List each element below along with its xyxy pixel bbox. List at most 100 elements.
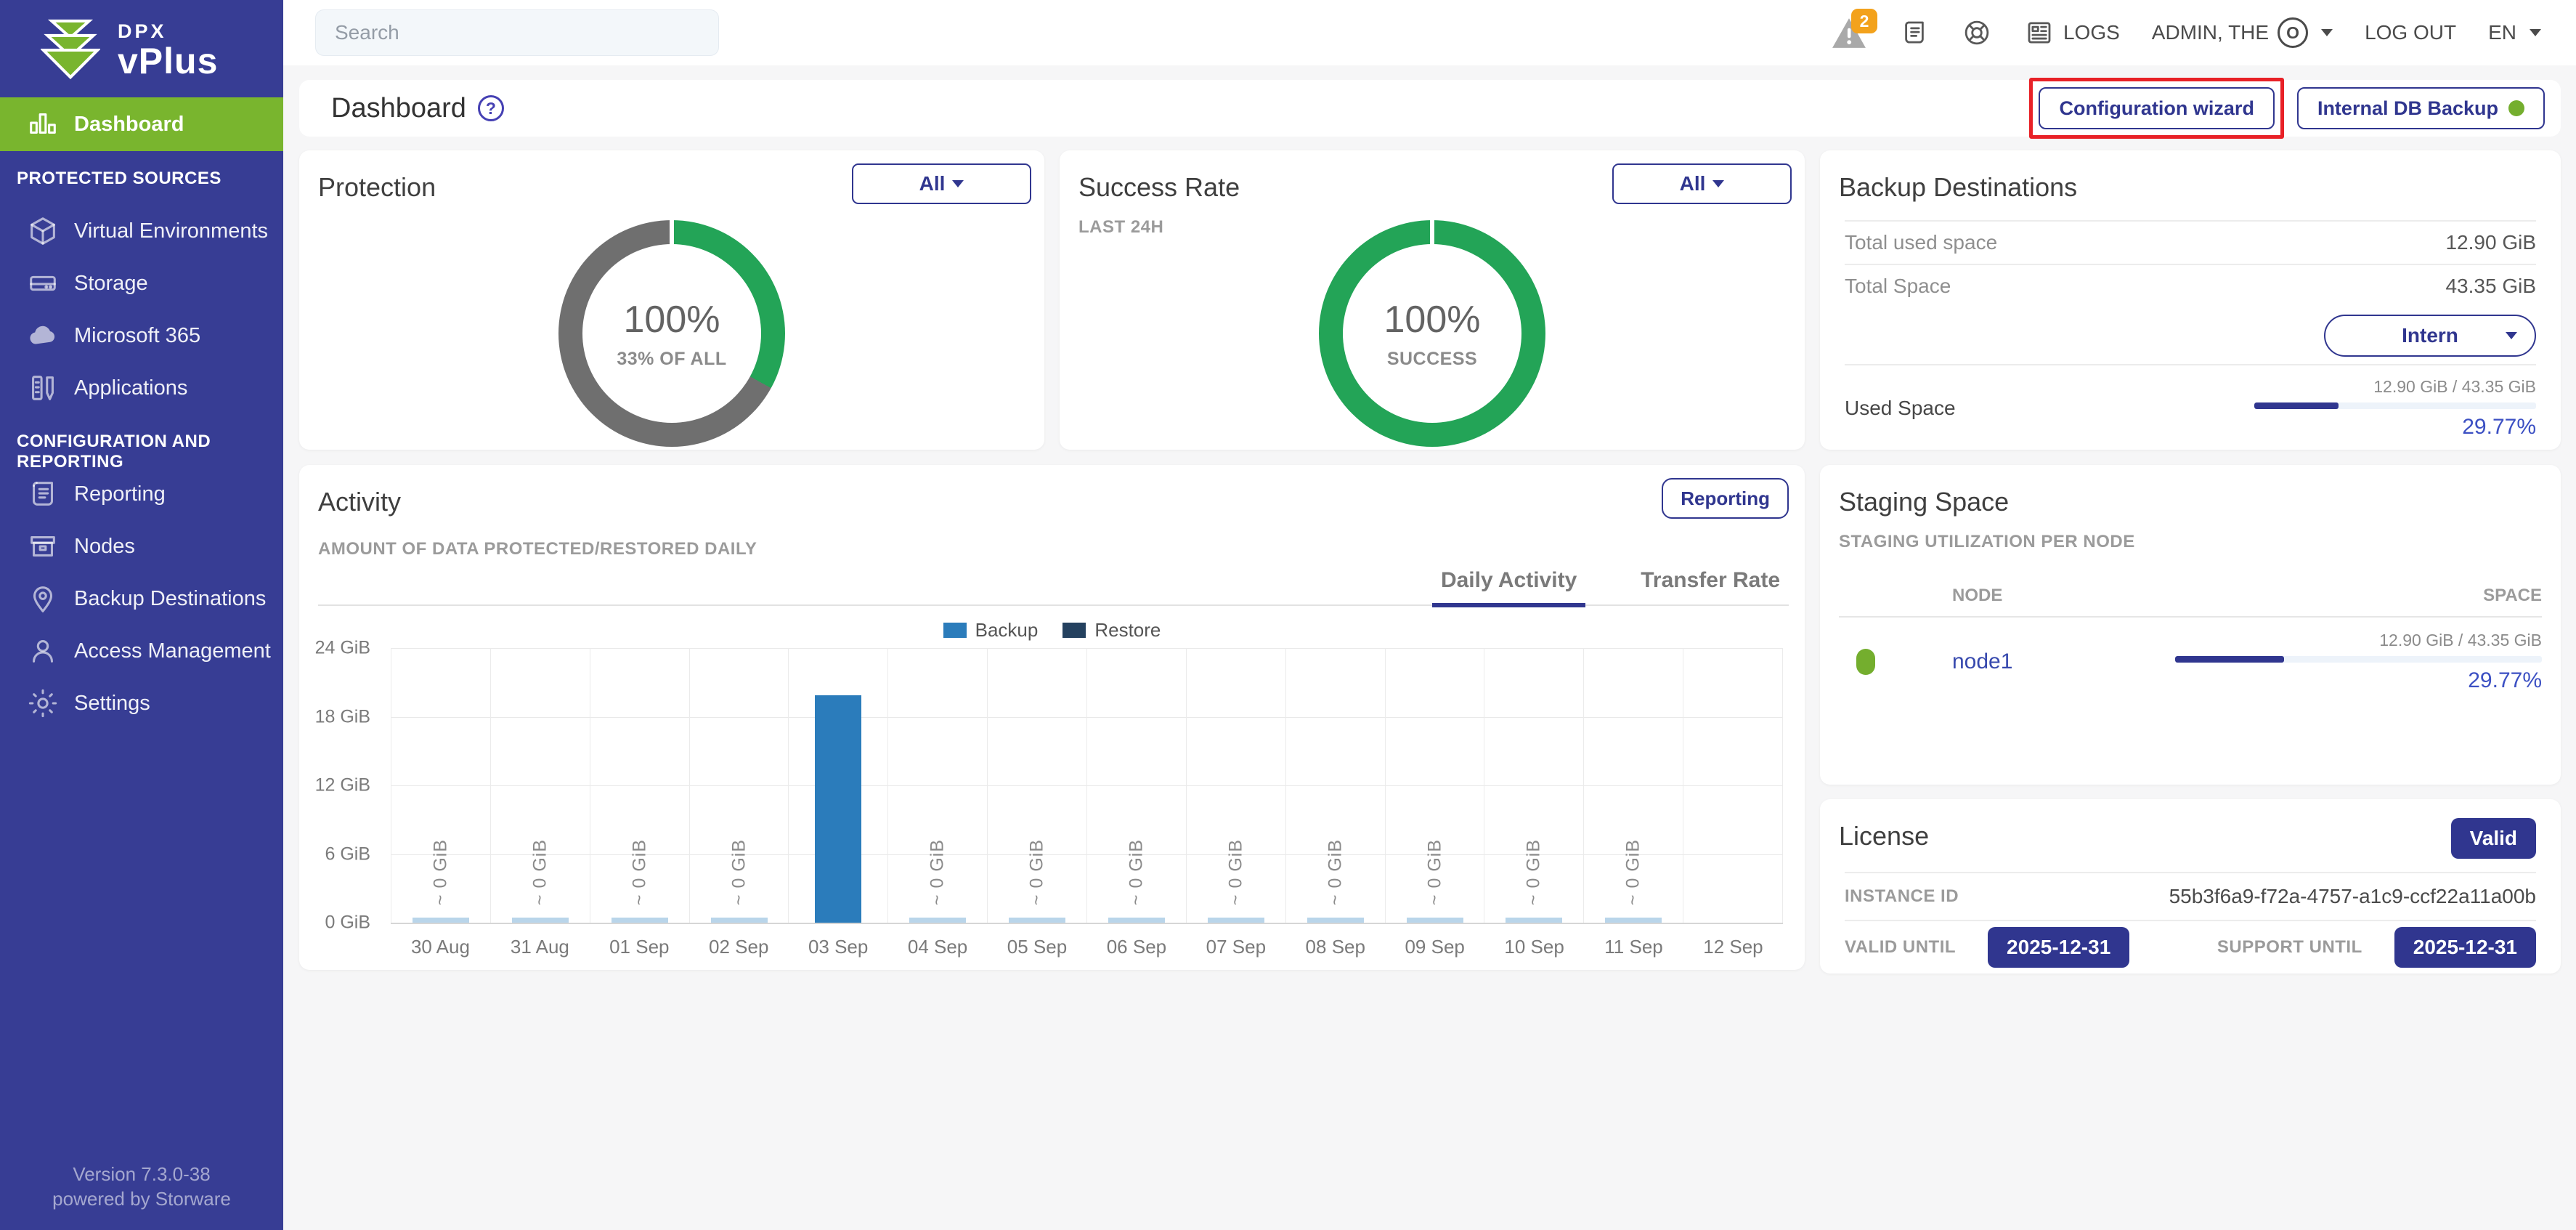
user-icon [26, 634, 60, 668]
user-menu[interactable]: ADMIN, THE O [2152, 17, 2333, 48]
sidebar-item-backup-destinations[interactable]: Backup Destinations [0, 572, 283, 625]
activity-plot: ~ 0 GiB~ 0 GiB~ 0 GiB~ 0 GiB~ 0 GiB~ 0 G… [391, 648, 1783, 923]
legend-label: Restore [1094, 619, 1161, 642]
x-axis-label: 08 Sep [1285, 936, 1385, 958]
sidebar-item-label: Settings [74, 692, 150, 716]
chart-column [788, 648, 887, 923]
sidebar-item-label: Nodes [74, 535, 135, 559]
filter-label: All [1680, 172, 1706, 195]
support-until-group: SUPPORT UNTIL 2025-12-31 [2217, 927, 2536, 968]
sidebar-item-label: Applications [74, 376, 187, 400]
storage-icon [26, 267, 60, 300]
backup-bar-near-zero [1605, 918, 1662, 923]
internal-db-backup-button[interactable]: Internal DB Backup [2297, 87, 2545, 129]
row-label: Total used space [1845, 231, 1997, 254]
chevron-down-icon [2321, 29, 2333, 36]
chart-column: ~ 0 GiB [887, 648, 987, 923]
configuration-wizard-button[interactable]: Configuration wizard [2039, 87, 2274, 129]
sidebar-item-nodes[interactable]: Nodes [0, 520, 283, 572]
card-title: Protection [318, 172, 436, 203]
sidebar-item-settings[interactable]: Settings [0, 677, 283, 729]
x-axis-label: 05 Sep [988, 936, 1087, 958]
alerts-button[interactable]: 2 [1831, 16, 1867, 49]
protection-filter-dropdown[interactable]: All [852, 163, 1031, 204]
brand-name-bottom: vPlus [118, 43, 218, 79]
success-filter-dropdown[interactable]: All [1612, 163, 1792, 204]
x-axis-label: 09 Sep [1385, 936, 1484, 958]
report-icon [26, 477, 60, 511]
row-label: Total Space [1845, 275, 1951, 298]
activity-y-axis: 24 GiB18 GiB12 GiB6 GiB0 GiB [299, 648, 381, 923]
protection-sublabel: 33% OF ALL [617, 349, 726, 370]
protection-card: Protection All 100% 33% OF ALL [299, 150, 1044, 450]
sidebar-item-reporting[interactable]: Reporting [0, 468, 283, 520]
tab-transfer-rate[interactable]: Transfer Rate [1632, 568, 1789, 604]
chart-column: ~ 0 GiB [1285, 648, 1385, 923]
node-space-percent: 29.77% [2175, 668, 2542, 693]
user-name: ADMIN, THE [2152, 21, 2269, 44]
used-space-percent: 29.77% [2254, 415, 2536, 440]
destination-selector-dropdown[interactable]: Intern [2324, 315, 2536, 357]
row-value: 43.35 GiB [2445, 275, 2536, 298]
help-icon[interactable]: ? [478, 95, 504, 121]
total-space-row: Total Space 43.35 GiB [1845, 265, 2536, 307]
x-axis-label: 12 Sep [1683, 936, 1783, 958]
sidebar-item-label: Microsoft 365 [74, 324, 200, 348]
x-axis-label: 04 Sep [888, 936, 988, 958]
backup-bar-near-zero [711, 918, 768, 923]
backup-bar [815, 695, 861, 923]
backup-bar-near-zero [1307, 918, 1364, 923]
reporting-button[interactable]: Reporting [1662, 478, 1789, 519]
sidebar-section-configuration-reporting: CONFIGURATION AND REPORTING [0, 432, 283, 452]
activity-card: Activity Reporting AMOUNT OF DATA PROTEC… [299, 465, 1805, 970]
logout-button[interactable]: LOG OUT [2365, 21, 2456, 44]
node-status-dot-icon [1856, 649, 1875, 675]
logout-label: LOG OUT [2365, 21, 2456, 44]
chart-column: ~ 0 GiB [1583, 648, 1683, 923]
success-rate-card: Success Rate LAST 24H All 100% SUCCESS [1060, 150, 1805, 450]
language-menu[interactable]: EN [2488, 21, 2541, 44]
bar-value-label: ~ 0 GiB [1524, 839, 1545, 905]
node-space-progressbar [2175, 656, 2542, 663]
protection-donut: 100% 33% OF ALL [558, 220, 785, 447]
sidebar-item-applications[interactable]: Applications [0, 362, 283, 414]
donut-notch [670, 219, 674, 246]
x-axis-label: 07 Sep [1186, 936, 1285, 958]
sidebar-item-dashboard[interactable]: Dashboard [0, 97, 283, 151]
chevron-down-icon [2530, 29, 2541, 36]
chart-legend: Backup Restore [299, 619, 1805, 642]
chart-column: ~ 0 GiB [689, 648, 789, 923]
sidebar: DPX vPlus Dashboard PROTECTED SOURCES Vi… [0, 0, 283, 1230]
backup-bar-near-zero [1208, 918, 1264, 923]
sidebar-item-microsoft-365[interactable]: Microsoft 365 [0, 309, 283, 362]
chart-column: ~ 0 GiB [590, 648, 689, 923]
backup-destinations-card: Backup Destinations Total used space 12.… [1820, 150, 2561, 450]
report-scroll-icon[interactable] [1899, 17, 1930, 48]
bar-chart-icon [26, 108, 60, 141]
sidebar-item-virtual-environments[interactable]: Virtual Environments [0, 205, 283, 257]
total-used-space-row: Total used space 12.90 GiB [1845, 222, 2536, 264]
tab-daily-activity[interactable]: Daily Activity [1432, 568, 1585, 607]
bar-value-label: ~ 0 GiB [1623, 839, 1644, 905]
backup-bar-near-zero [1506, 918, 1562, 923]
cloud-icon [26, 319, 60, 352]
search-input[interactable] [315, 9, 719, 56]
valid-until-badge: 2025-12-31 [1988, 927, 2129, 968]
language-label: EN [2488, 21, 2516, 44]
sidebar-item-label: Storage [74, 272, 148, 296]
node-link[interactable]: node1 [1952, 650, 2012, 674]
legend-item-restore: Restore [1063, 619, 1161, 642]
sidebar-item-access-management[interactable]: Access Management [0, 625, 283, 677]
bar-value-label: ~ 0 GiB [430, 839, 451, 905]
logs-button[interactable]: LOGS [2024, 17, 2120, 48]
bar-value-label: ~ 0 GiB [927, 839, 948, 905]
sidebar-item-storage[interactable]: Storage [0, 257, 283, 309]
used-space-ratio: 12.90 GiB / 43.35 GiB [2254, 377, 2536, 397]
cube-icon [26, 214, 60, 248]
x-axis-label: 02 Sep [689, 936, 789, 958]
card-subtitle: LAST 24H [1078, 217, 1163, 238]
y-axis-label: 18 GiB [315, 706, 370, 727]
help-lifebuoy-icon[interactable] [1962, 17, 1992, 48]
chevron-down-icon [1712, 180, 1724, 187]
table-row: node1 12.90 GiB / 43.35 GiB 29.77% [1839, 622, 2542, 702]
